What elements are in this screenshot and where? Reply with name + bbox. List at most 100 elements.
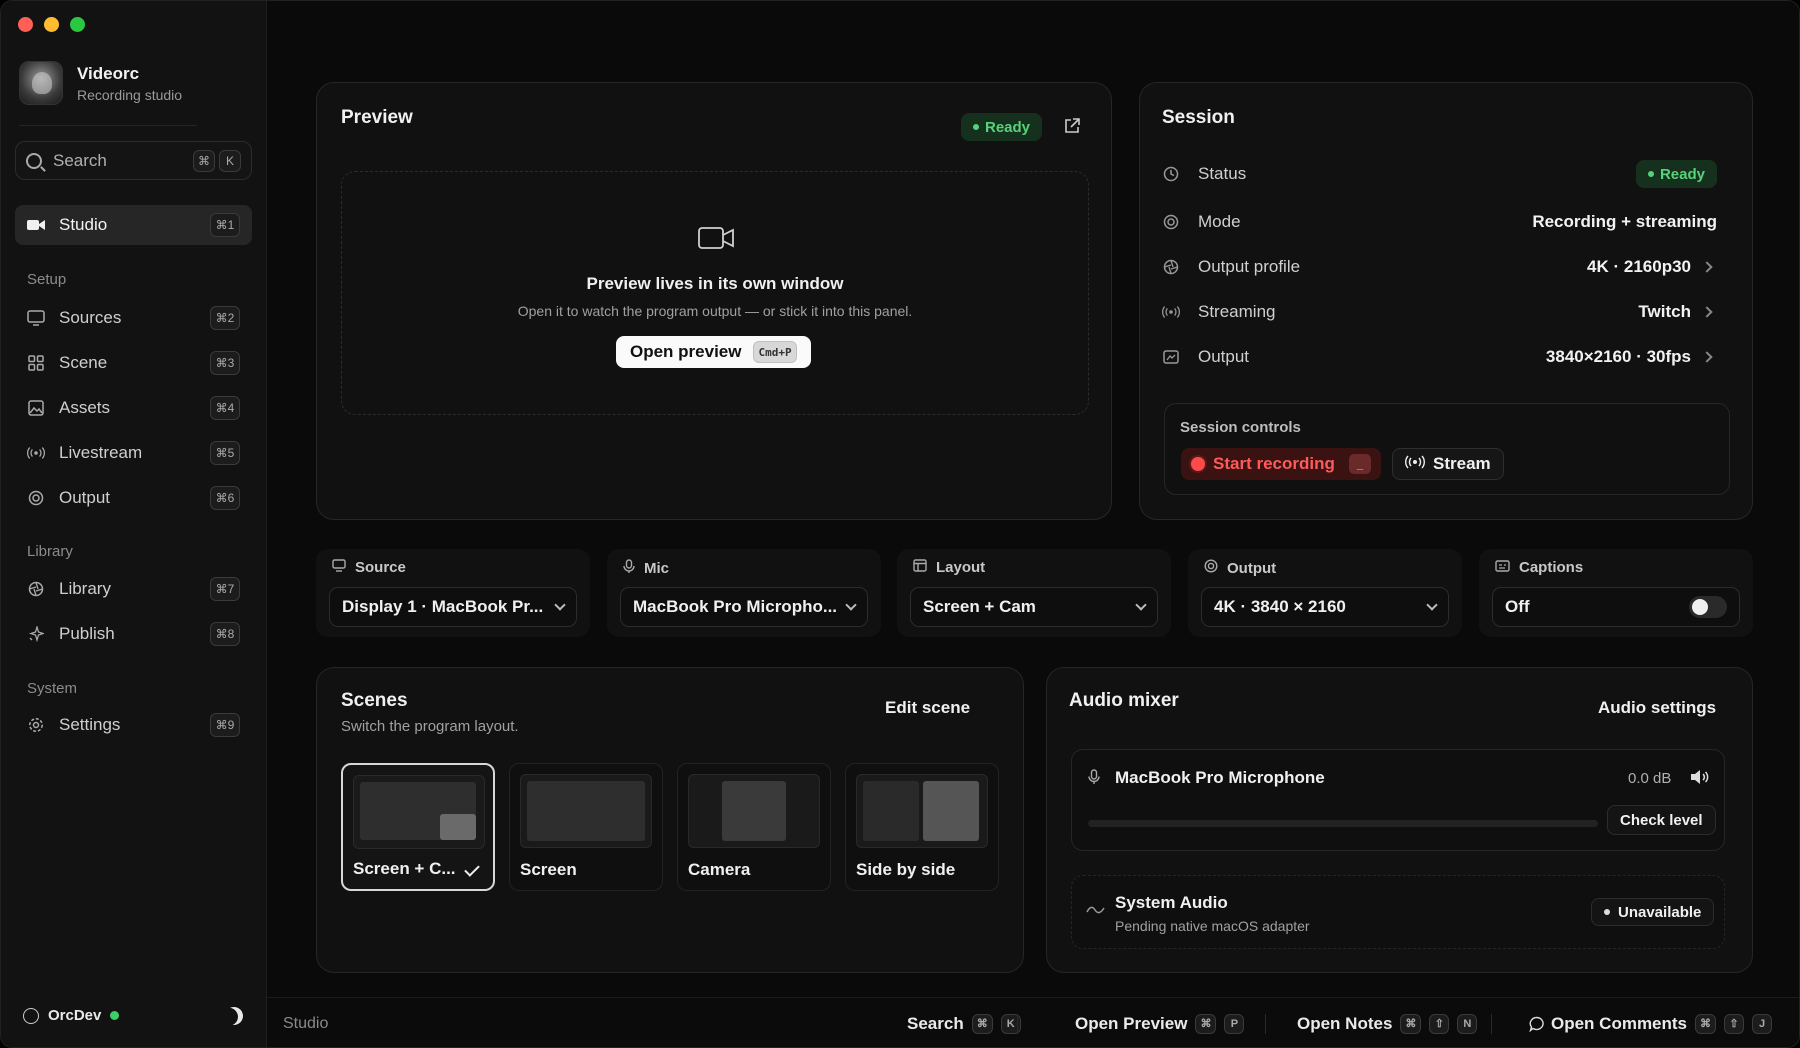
status-bar: Studio Search ⌘ K Open Preview ⌘ P Open …: [267, 997, 1799, 1047]
selector-label: Source: [332, 559, 406, 576]
session-row-label: Streaming: [1198, 302, 1276, 321]
chevron-down-icon: [845, 599, 857, 611]
session-row-value: Twitch: [1638, 302, 1691, 321]
shortcut-key: P: [1224, 1013, 1245, 1034]
audio-settings-button[interactable]: Audio settings: [1598, 698, 1716, 718]
source-dropdown[interactable]: Display 1 · MacBook Pr...: [329, 587, 577, 627]
scene-card-side-by-side[interactable]: Side by side: [845, 763, 999, 891]
minimize-window-button[interactable]: [44, 17, 59, 32]
grid-icon: [27, 354, 45, 372]
sidebar-item-scene[interactable]: Scene ⌘3: [15, 343, 252, 383]
captions-toggle[interactable]: [1689, 596, 1727, 618]
comment-icon: [1529, 1016, 1545, 1032]
session-row-value: Recording + streaming: [1532, 212, 1717, 231]
mic-label: Mic: [644, 560, 670, 577]
session-row-value: 4K · 2160p30: [1587, 257, 1691, 276]
search-icon: [26, 152, 42, 169]
scene-thumbnail: [353, 775, 485, 849]
layout-dropdown[interactable]: Screen + Cam: [910, 587, 1158, 627]
sidebar-item-label: Studio: [59, 215, 108, 234]
sidebar-item-label: Livestream: [59, 443, 143, 462]
audio-mixer-panel: Audio mixer Audio settings MacBook Pro M…: [1046, 667, 1753, 973]
start-recording-button[interactable]: Start recording _: [1181, 448, 1381, 480]
shortcut-key: ⌘: [193, 149, 215, 172]
speaker-icon[interactable]: [1690, 769, 1710, 790]
shortcut-key: K: [219, 149, 241, 172]
sidebar-item-settings[interactable]: Settings ⌘9: [15, 705, 252, 745]
layout-selector: Layout Screen + Cam: [897, 549, 1171, 637]
status-badge: Ready: [1635, 160, 1717, 188]
stream-label: Stream: [1433, 454, 1491, 473]
system-audio-note: Pending native macOS adapter: [1115, 918, 1310, 934]
sparkle-icon: [27, 625, 45, 643]
statusbar-search[interactable]: Search ⌘ K: [907, 1013, 1021, 1034]
moon-icon[interactable]: [222, 1004, 245, 1027]
clock-icon: [1162, 165, 1180, 183]
scene-card-screen-cam[interactable]: Screen + C...: [341, 763, 495, 891]
search-input[interactable]: Search ⌘ K: [15, 141, 252, 180]
divider: [1265, 1014, 1266, 1034]
chevron-down-icon: [1135, 599, 1147, 611]
session-row-streaming[interactable]: Streaming Twitch: [1162, 297, 1717, 327]
mic-value: MacBook Pro Micropho...: [633, 597, 838, 616]
scene-thumbnail: [520, 774, 652, 848]
selector-label: Mic: [623, 559, 669, 578]
check-level-button[interactable]: Check level: [1607, 805, 1716, 835]
sidebar-item-sources[interactable]: Sources ⌘2: [15, 298, 252, 338]
open-preview-button[interactable]: Open preview Cmd+P: [616, 336, 811, 368]
external-link-icon[interactable]: [1063, 117, 1081, 140]
maximize-window-button[interactable]: [70, 17, 85, 32]
monitor-icon: [27, 309, 45, 327]
divider: [1491, 1014, 1492, 1034]
check-icon: [464, 861, 480, 877]
recording-options-button[interactable]: _: [1349, 454, 1371, 474]
mic-selector: Mic MacBook Pro Micropho...: [607, 549, 881, 637]
section-label-system: System: [27, 680, 78, 697]
sidebar-item-output[interactable]: Output ⌘6: [15, 478, 252, 518]
gear-icon: [27, 716, 45, 734]
main-content: Preview Ready Preview lives in its own w…: [267, 1, 1799, 1047]
session-row-label: Output: [1198, 347, 1250, 366]
sidebar-item-assets[interactable]: Assets ⌘4: [15, 388, 252, 428]
layout-label: Layout: [936, 559, 986, 576]
edit-scene-button[interactable]: Edit scene: [885, 698, 970, 718]
stream-button[interactable]: Stream: [1392, 448, 1504, 480]
sidebar-item-studio[interactable]: Studio ⌘1: [15, 205, 252, 245]
record-icon: [1191, 457, 1205, 471]
user-profile[interactable]: OrcDev: [23, 1007, 120, 1024]
source-selector: Source Display 1 · MacBook Pr...: [316, 549, 590, 637]
sidebar-item-publish[interactable]: Publish ⌘8: [15, 614, 252, 654]
window-controls: [18, 17, 85, 32]
scene-card-screen[interactable]: Screen: [509, 763, 663, 891]
aperture-icon: [27, 580, 45, 598]
sidebar-item-label: Settings: [59, 715, 121, 734]
statusbar-open-notes[interactable]: Open Notes ⌘ ⇧ N: [1297, 1013, 1478, 1034]
scene-name: Screen + C...: [353, 859, 456, 878]
session-row-output-profile[interactable]: Output profile 4K · 2160p30: [1162, 252, 1717, 282]
scene-thumbnail: [688, 774, 820, 848]
session-row-output[interactable]: Output 3840×2160 · 30fps: [1162, 342, 1717, 372]
statusbar-open-preview[interactable]: Open Preview ⌘ P: [1075, 1013, 1245, 1034]
aperture-icon: [1162, 258, 1180, 276]
mic-dropdown[interactable]: MacBook Pro Micropho...: [620, 587, 868, 627]
sidebar-item-library[interactable]: Library ⌘7: [15, 569, 252, 609]
monitor-icon: [332, 559, 346, 576]
image-icon: [27, 399, 45, 417]
output-dropdown[interactable]: 4K · 3840 × 2160: [1201, 587, 1449, 627]
sidebar-item-label: Sources: [59, 308, 122, 327]
statusbar-label: Search: [907, 1013, 964, 1033]
sidebar-item-livestream[interactable]: Livestream ⌘5: [15, 433, 252, 473]
preview-panel: Preview Ready Preview lives in its own w…: [316, 82, 1112, 520]
statusbar-open-comments[interactable]: Open Comments ⌘ ⇧ J: [1529, 1013, 1773, 1034]
scenes-subtitle: Switch the program layout.: [341, 718, 519, 735]
shortcut-badge: ⌘8: [210, 622, 240, 646]
statusbar-label: Open Comments: [1551, 1013, 1688, 1033]
shortcut-badge: ⌘5: [210, 441, 240, 465]
scene-card-camera[interactable]: Camera: [677, 763, 831, 891]
preview-description: Open it to watch the program output — or…: [517, 303, 913, 319]
close-window-button[interactable]: [18, 17, 33, 32]
user-name: OrcDev: [48, 1007, 102, 1024]
scene-name: Camera: [688, 860, 751, 879]
scenes-title: Scenes: [341, 690, 408, 711]
audio-mixer-title: Audio mixer: [1069, 690, 1179, 711]
